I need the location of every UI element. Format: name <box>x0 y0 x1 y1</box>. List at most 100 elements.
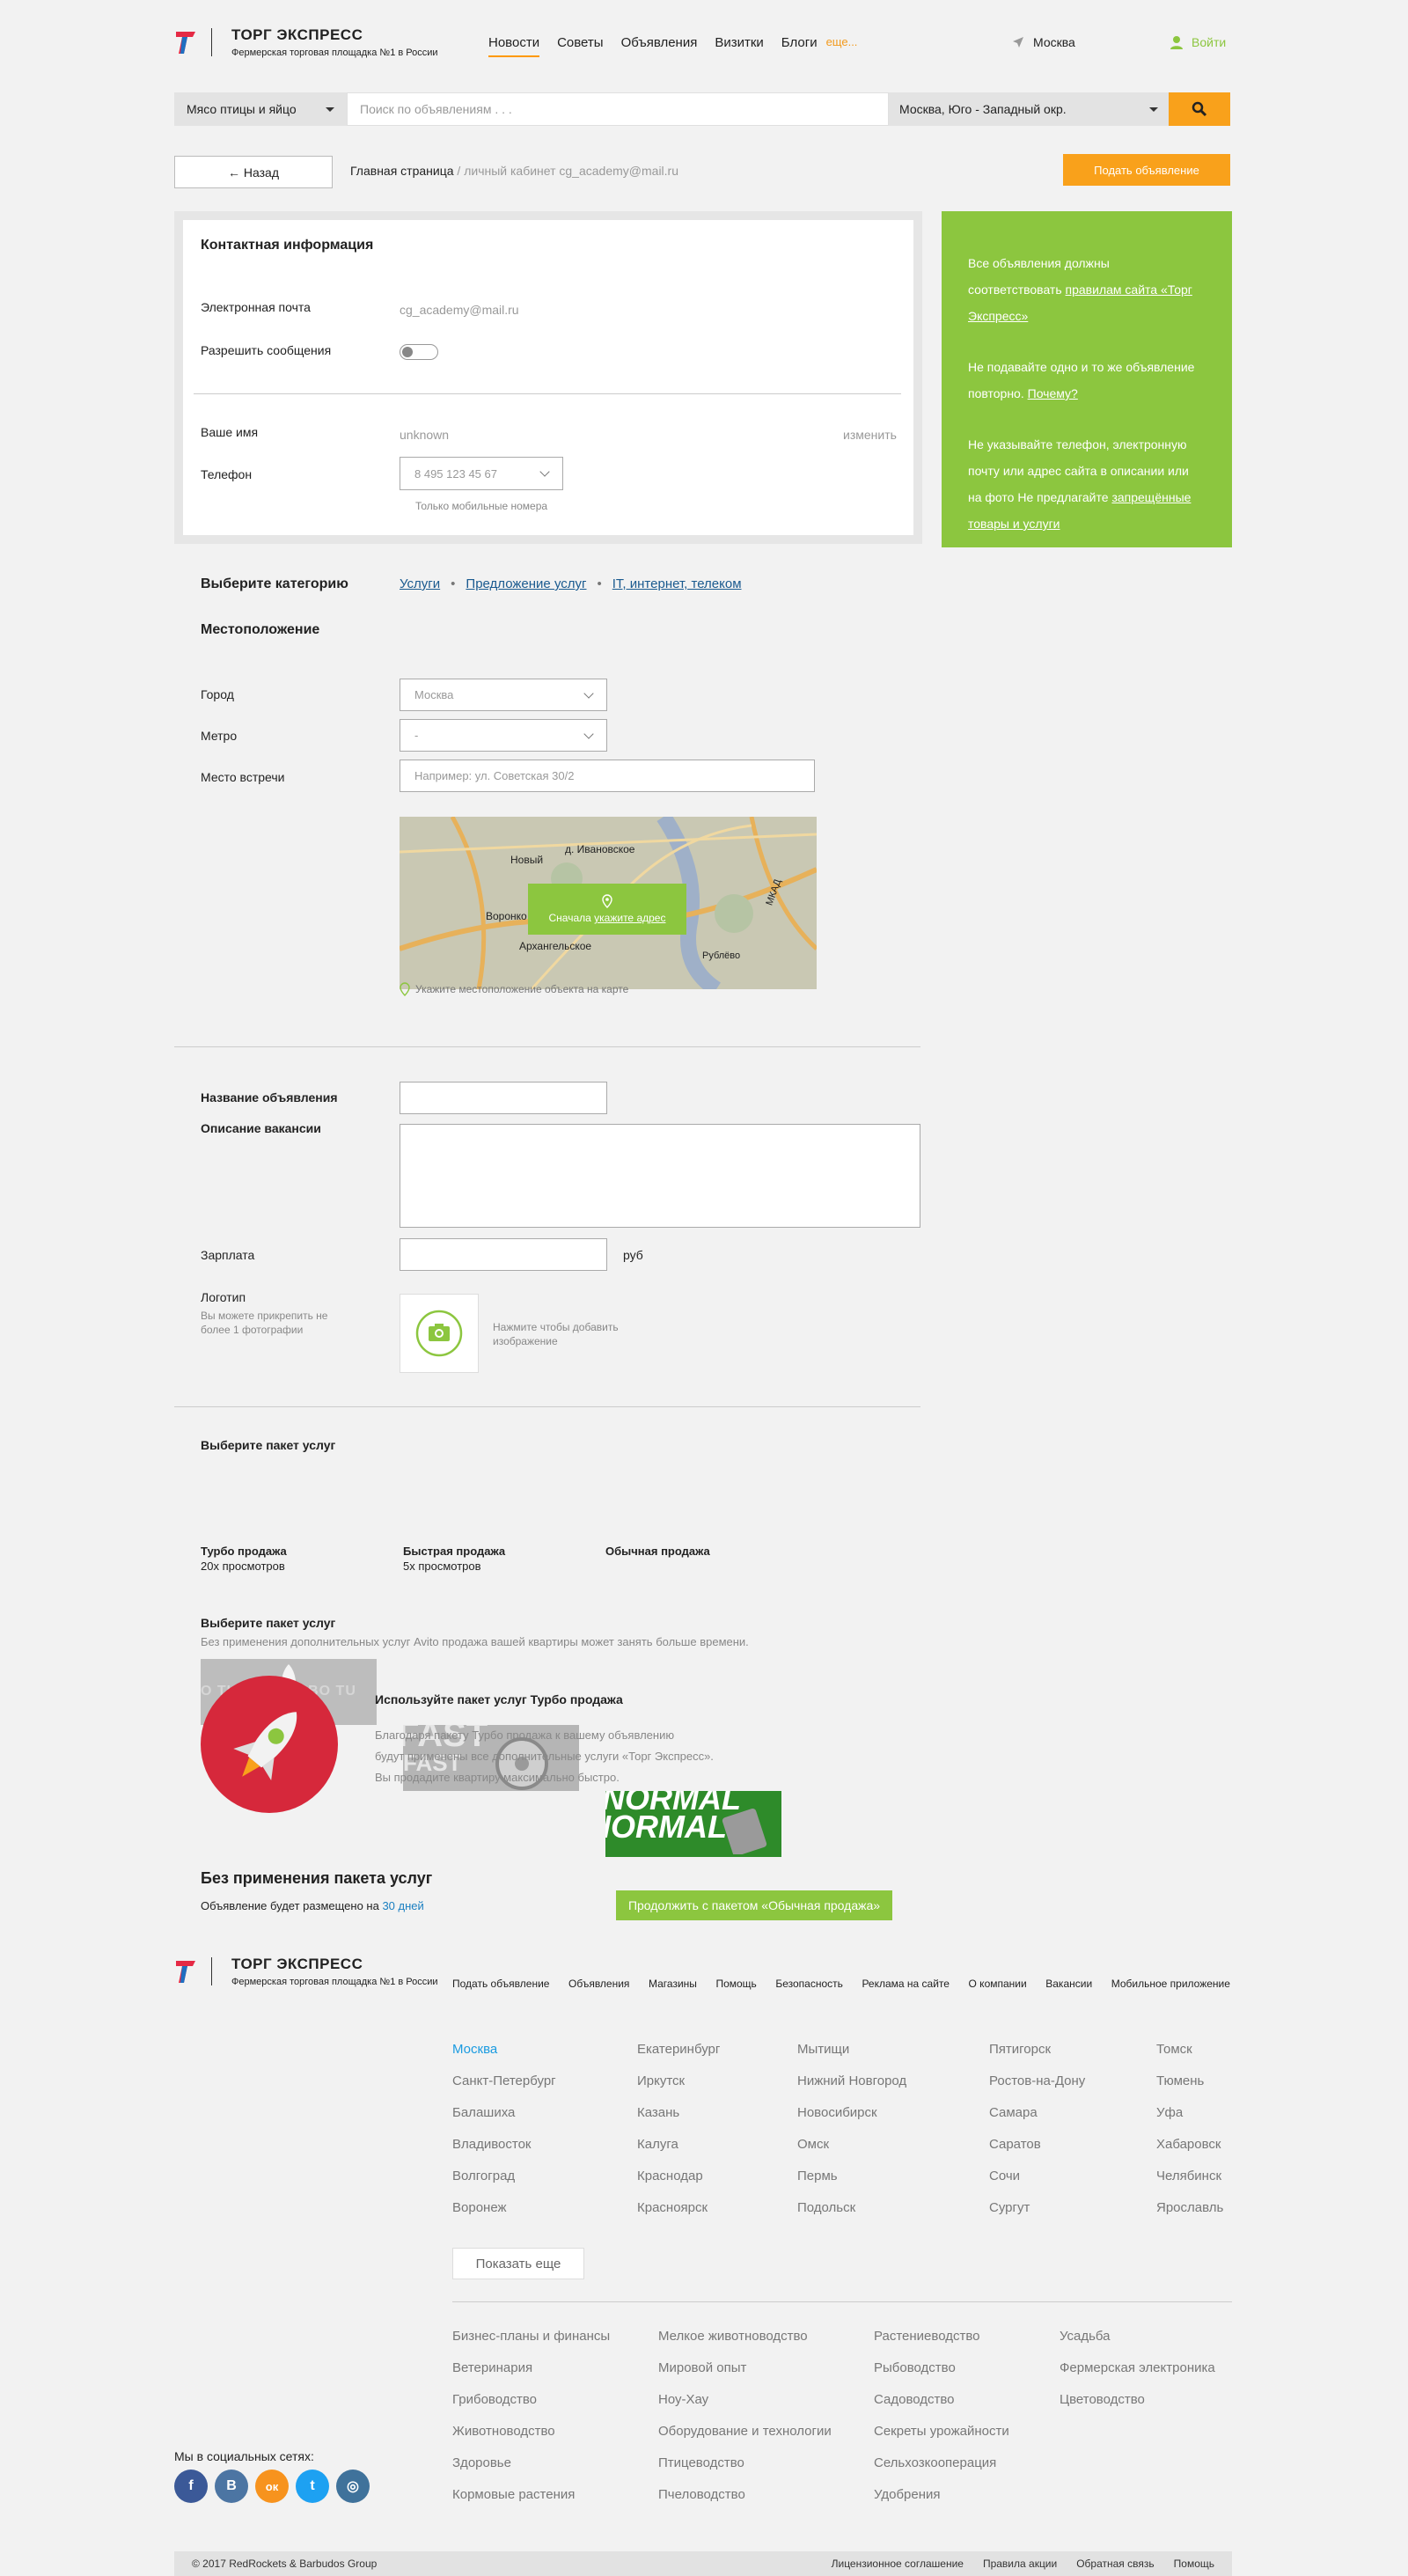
city-link[interactable]: Балашиха <box>452 2105 637 2137</box>
city-link[interactable]: Казань <box>637 2105 797 2137</box>
topic-link[interactable]: Цветоводство <box>1060 2392 1236 2424</box>
package-normal-image[interactable]: NORMAL NORMAL <box>605 1791 781 1857</box>
topic-link[interactable]: Рыбоводство <box>874 2360 1060 2392</box>
breadcrumb-home[interactable]: Главная страница <box>350 164 454 178</box>
footer-link[interactable]: О компании <box>969 1978 1027 1990</box>
city-link[interactable]: Самара <box>989 2105 1156 2137</box>
city-link[interactable]: Сочи <box>989 2169 1156 2200</box>
city-link[interactable]: Хабаровск <box>1156 2137 1236 2169</box>
vk-icon[interactable]: В <box>215 2470 248 2503</box>
nav-more[interactable]: еще... <box>826 35 858 57</box>
footer-link[interactable]: Объявления <box>568 1978 629 1990</box>
city-link[interactable]: Нижний Новгород <box>797 2073 989 2105</box>
topic-link[interactable]: Ноу-Хау <box>658 2392 874 2424</box>
category-select[interactable]: Мясо птицы и яйцо <box>174 92 347 126</box>
city-link[interactable]: Красноярск <box>637 2200 797 2232</box>
city-link[interactable]: Санкт-Петербург <box>452 2073 637 2105</box>
footer-link[interactable]: Безопасность <box>775 1978 843 1990</box>
topic-link[interactable]: Мелкое животноводство <box>658 2329 874 2360</box>
why-link[interactable]: Почему? <box>1028 386 1078 400</box>
city-selector[interactable]: Москва <box>1012 35 1075 49</box>
city-link[interactable]: Иркутск <box>637 2073 797 2105</box>
topic-link[interactable]: Сельхозкооперация <box>874 2455 1060 2487</box>
description-textarea[interactable] <box>400 1124 920 1228</box>
show-more-button[interactable]: Показать еще <box>452 2248 584 2279</box>
topic-link[interactable]: Ветеринария <box>452 2360 658 2392</box>
city-link[interactable]: Новосибирск <box>797 2105 989 2137</box>
logo-upload[interactable] <box>400 1294 479 1373</box>
continue-normal-button[interactable]: Продолжить с пакетом «Обычная продажа» <box>616 1890 892 1920</box>
city-link[interactable]: Ярославль <box>1156 2200 1236 2232</box>
topic-link[interactable]: Удобрения <box>874 2487 1060 2519</box>
topic-link[interactable]: Оборудование и технологии <box>658 2424 874 2455</box>
city-link[interactable]: Сургут <box>989 2200 1156 2232</box>
topic-link[interactable]: Секреты урожайности <box>874 2424 1060 2455</box>
change-name-link[interactable]: изменить <box>843 428 897 442</box>
city-link[interactable]: Калуга <box>637 2137 797 2169</box>
topic-link[interactable]: Садоводство <box>874 2392 1060 2424</box>
topic-link[interactable]: Бизнес-планы и финансы <box>452 2329 658 2360</box>
bottom-link[interactable]: Лицензионное соглашение <box>832 2558 964 2570</box>
footer-logo[interactable]: ТОРГ ЭКСПРЕСС Фермерская торговая площад… <box>174 1956 438 1987</box>
topic-link[interactable]: Здоровье <box>452 2455 658 2487</box>
city-link[interactable]: Волгоград <box>452 2169 637 2200</box>
city-link[interactable]: Пятигорск <box>989 2042 1156 2073</box>
city-link[interactable]: Челябинск <box>1156 2169 1236 2200</box>
city-link[interactable]: Воронеж <box>452 2200 637 2232</box>
nav-cards[interactable]: Визитки <box>715 35 763 57</box>
footer-link[interactable]: Подать объявление <box>452 1978 549 1990</box>
topic-link[interactable]: Грибоводство <box>452 2392 658 2424</box>
allow-messages-toggle[interactable] <box>400 344 438 360</box>
footer-link[interactable]: Мобильное приложение <box>1111 1978 1230 1990</box>
phone-input[interactable]: 8 495 123 45 67 <box>400 457 563 490</box>
login-link[interactable]: Войти <box>1170 35 1226 49</box>
location-map[interactable]: Новый д. Ивановское Воронко Архангельско… <box>400 817 817 989</box>
back-button[interactable]: ← Назад <box>174 156 333 188</box>
topic-link[interactable]: Животноводство <box>452 2424 658 2455</box>
topic-link[interactable]: Усадьба <box>1060 2329 1236 2360</box>
topic-link[interactable]: Мировой опыт <box>658 2360 874 2392</box>
category-link[interactable]: IT, интернет, телеком <box>612 576 742 591</box>
category-link[interactable]: Услуги <box>400 576 440 591</box>
footer-link[interactable]: Помощь <box>715 1978 756 1990</box>
specify-address-link[interactable]: укажите адрес <box>594 912 665 924</box>
ad-title-input[interactable] <box>400 1082 607 1114</box>
nav-news[interactable]: Новости <box>488 35 540 57</box>
city-link[interactable]: Тюмень <box>1156 2073 1236 2105</box>
topic-link[interactable]: Птицеводство <box>658 2455 874 2487</box>
nav-blogs[interactable]: Блоги <box>781 35 818 57</box>
city-link[interactable]: Краснодар <box>637 2169 797 2200</box>
twitter-icon[interactable]: t <box>296 2470 329 2503</box>
meeting-place-input[interactable]: Например: ул. Советская 30/2 <box>400 760 815 792</box>
topic-link[interactable]: Кормовые растения <box>452 2487 658 2519</box>
facebook-icon[interactable]: f <box>174 2470 208 2503</box>
topic-link[interactable]: Растениеводство <box>874 2329 1060 2360</box>
salary-input[interactable] <box>400 1238 607 1271</box>
metro-select[interactable]: - <box>400 719 607 752</box>
topic-link[interactable]: Фермерская электроника <box>1060 2360 1236 2392</box>
city-link[interactable]: Екатеринбург <box>637 2042 797 2073</box>
odnoklassniki-icon[interactable]: ок <box>255 2470 289 2503</box>
post-ad-button[interactable]: Подать объявление <box>1063 154 1230 186</box>
city-link[interactable]: Мытищи <box>797 2042 989 2073</box>
bottom-link[interactable]: Помощь <box>1174 2558 1214 2570</box>
city-link[interactable]: Омск <box>797 2137 989 2169</box>
footer-link[interactable]: Реклама на сайте <box>862 1978 950 1990</box>
city-link[interactable]: Ростов-на-Дону <box>989 2073 1156 2105</box>
search-button[interactable] <box>1169 92 1230 126</box>
city-link[interactable]: Владивосток <box>452 2137 637 2169</box>
nav-ads[interactable]: Объявления <box>621 35 698 57</box>
city-link[interactable]: Саратов <box>989 2137 1156 2169</box>
city-link[interactable]: Томск <box>1156 2042 1236 2073</box>
nav-tips[interactable]: Советы <box>557 35 603 57</box>
city-link[interactable]: Пермь <box>797 2169 989 2200</box>
logo[interactable]: ТОРГ ЭКСПРЕСС Фермерская торговая площад… <box>174 26 438 58</box>
topic-link[interactable]: Пчеловодство <box>658 2487 874 2519</box>
instagram-icon[interactable]: ◎ <box>336 2470 370 2503</box>
region-select[interactable]: Москва, Юго - Западный окр. <box>889 92 1169 126</box>
bottom-link[interactable]: Правила акции <box>983 2558 1057 2570</box>
city-link[interactable]: Уфа <box>1156 2105 1236 2137</box>
city-select[interactable]: Москва <box>400 679 607 711</box>
bottom-link[interactable]: Обратная связь <box>1076 2558 1154 2570</box>
footer-link[interactable]: Вакансии <box>1045 1978 1092 1990</box>
